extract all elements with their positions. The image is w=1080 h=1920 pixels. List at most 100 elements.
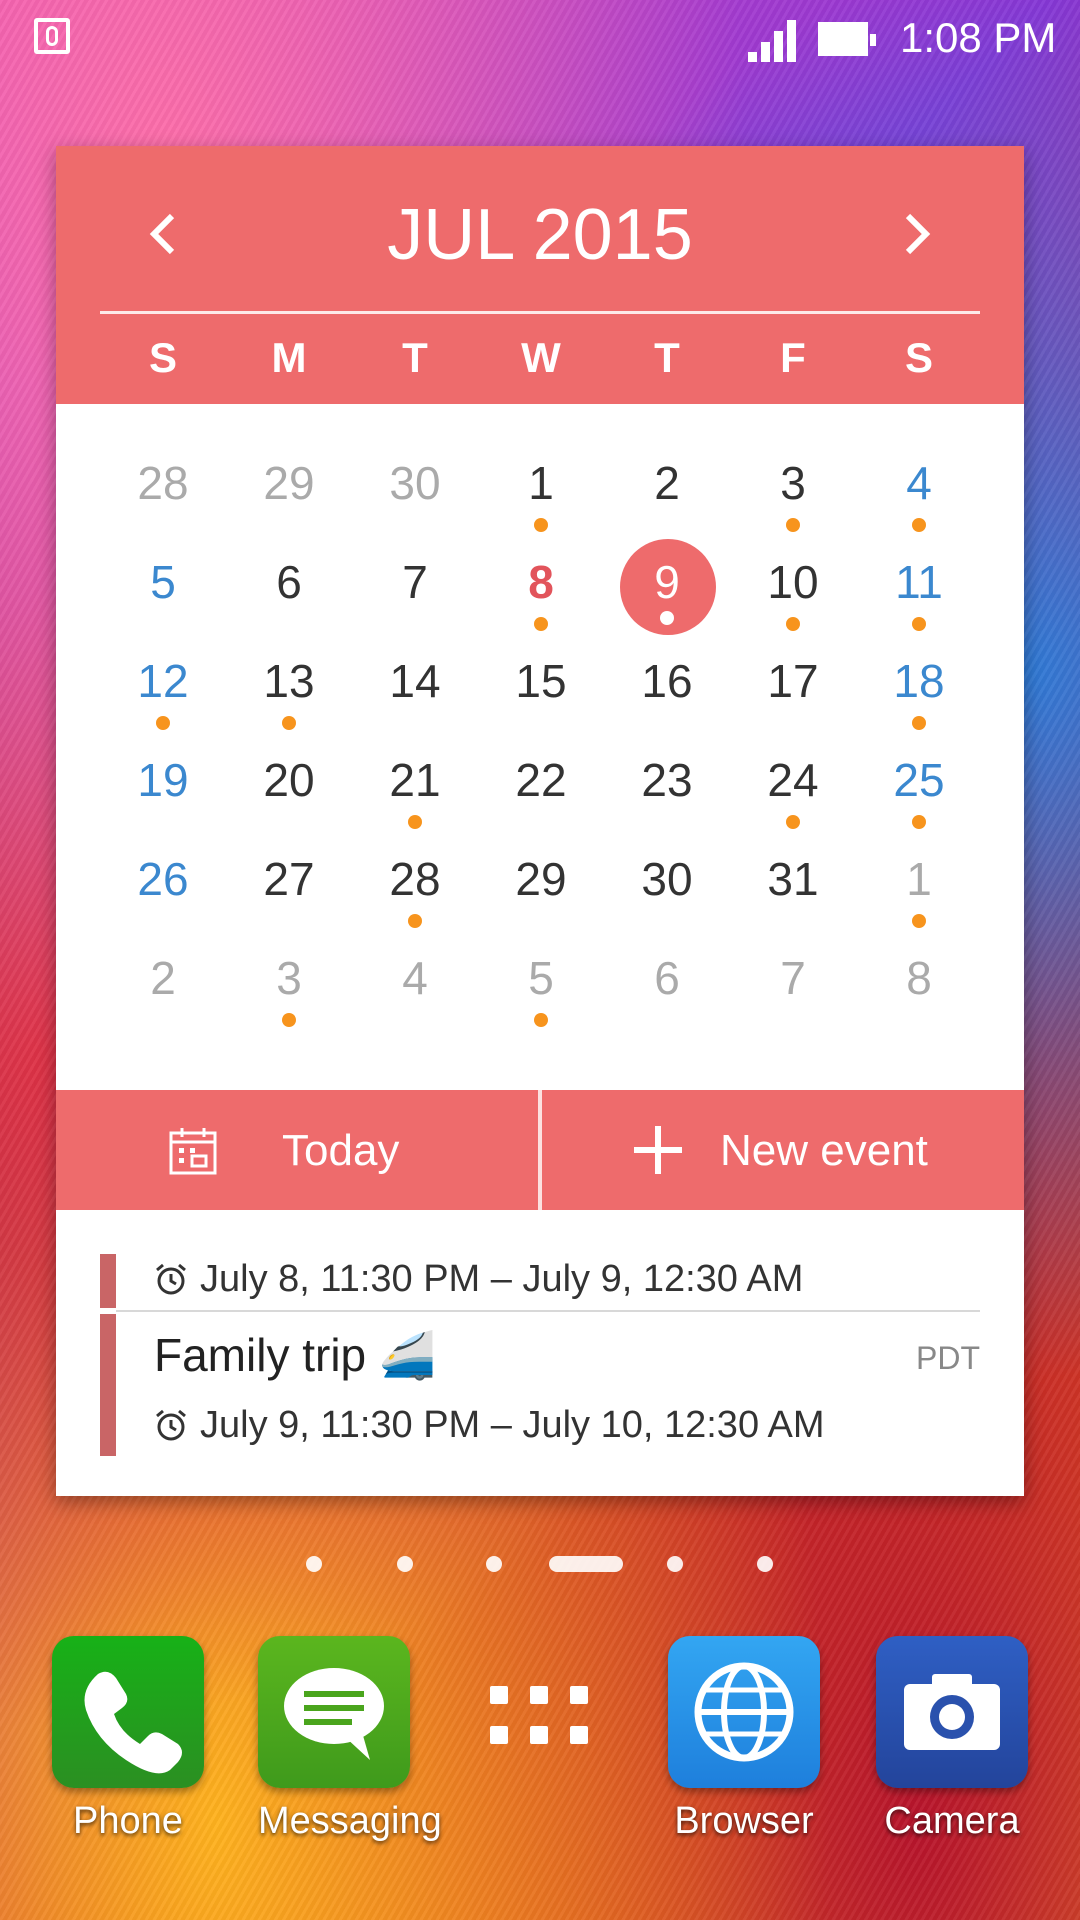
- calendar-day-selected[interactable]: 9: [604, 535, 730, 635]
- calendar-day[interactable]: 5: [478, 931, 604, 1030]
- calendar-day[interactable]: 28: [100, 436, 226, 535]
- calendar-day[interactable]: 31: [730, 832, 856, 931]
- calendar-day[interactable]: 28: [352, 832, 478, 931]
- dock-messaging[interactable]: Messaging: [258, 1636, 442, 1843]
- day-number: 1: [906, 853, 932, 905]
- calendar-widget: JUL 2015 SMTWTFS 28 29 30 1 2 3 4 5 6 7 8 9 10 11 12 13…: [56, 146, 1024, 1496]
- calendar-day[interactable]: 18: [856, 634, 982, 733]
- calendar-day[interactable]: 22: [478, 733, 604, 832]
- new-event-button[interactable]: New event: [542, 1090, 1024, 1210]
- day-number: 16: [641, 655, 693, 707]
- weekday-label: F: [780, 334, 806, 381]
- calendar-day[interactable]: 6: [226, 535, 352, 634]
- day-number: 24: [767, 754, 819, 806]
- page-indicator: [0, 1552, 1080, 1576]
- event-timezone: PDT: [916, 1340, 980, 1376]
- calendar-day[interactable]: 15: [478, 634, 604, 733]
- calendar-day[interactable]: 27: [226, 832, 352, 931]
- calendar-day[interactable]: 4: [856, 436, 982, 535]
- calendar-day[interactable]: 29: [226, 436, 352, 535]
- alarm-icon: [156, 1409, 186, 1441]
- calendar-day[interactable]: 8: [856, 931, 982, 1030]
- day-number: 15: [515, 655, 567, 707]
- calendar-day[interactable]: 29: [478, 832, 604, 931]
- dock-browser[interactable]: Browser: [668, 1636, 820, 1843]
- event-dot: [786, 518, 800, 532]
- day-number: 31: [767, 853, 819, 905]
- page-dot[interactable]: [757, 1556, 773, 1572]
- event-time[interactable]: July 8, 11:30 PM – July 9, 12:30 AM: [200, 1258, 803, 1301]
- page-dot[interactable]: [486, 1556, 502, 1572]
- event-time[interactable]: July 9, 11:30 PM – July 10, 12:30 AM: [200, 1404, 825, 1447]
- page-dot[interactable]: [667, 1556, 683, 1572]
- calendar-day[interactable]: 13: [226, 634, 352, 733]
- calendar-day[interactable]: 1: [478, 436, 604, 535]
- day-number: 29: [263, 457, 315, 509]
- dock-label: Browser: [674, 1800, 814, 1842]
- header-divider: [100, 311, 980, 314]
- calendar-day[interactable]: 17: [730, 634, 856, 733]
- day-number: 22: [515, 754, 567, 806]
- day-number: 20: [263, 754, 315, 806]
- calendar-day[interactable]: 23: [604, 733, 730, 832]
- event-dot: [408, 914, 422, 928]
- calendar-day[interactable]: 30: [352, 436, 478, 535]
- calendar-day[interactable]: 1: [856, 832, 982, 931]
- weekday-label: S: [904, 334, 933, 381]
- day-number: 5: [150, 556, 176, 608]
- event-dot: [156, 716, 170, 730]
- calendar-day[interactable]: 4: [352, 931, 478, 1030]
- calendar-day[interactable]: 7: [730, 931, 856, 1030]
- calendar-today-icon: [169, 1128, 217, 1175]
- page-dot[interactable]: [397, 1556, 413, 1572]
- chevron-right-icon[interactable]: [886, 204, 946, 264]
- calendar-day[interactable]: 2: [100, 931, 226, 1030]
- day-number: 23: [641, 754, 693, 806]
- weekday-label: M: [271, 334, 307, 381]
- app-drawer-icon[interactable]: [490, 1686, 588, 1744]
- day-number: 21: [389, 754, 441, 806]
- day-number: 17: [767, 655, 819, 707]
- calendar-day[interactable]: 14: [352, 634, 478, 733]
- calendar-day[interactable]: 10: [730, 535, 856, 634]
- event-dot: [912, 914, 926, 928]
- page-dot[interactable]: [306, 1556, 322, 1572]
- calendar-day[interactable]: 21: [352, 733, 478, 832]
- page-dot-active[interactable]: [549, 1556, 623, 1572]
- day-number: 3: [276, 952, 302, 1004]
- plus-icon: [634, 1126, 682, 1174]
- calendar-day[interactable]: 19: [100, 733, 226, 832]
- calendar-day[interactable]: 25: [856, 733, 982, 832]
- weekday-label: T: [402, 334, 428, 381]
- today-button[interactable]: Today: [56, 1090, 538, 1210]
- calendar-day[interactable]: 24: [730, 733, 856, 832]
- calendar-day[interactable]: 3: [730, 436, 856, 535]
- day-number: 30: [389, 457, 441, 509]
- day-number: 11: [895, 556, 943, 608]
- calendar-day[interactable]: 7: [352, 535, 478, 634]
- day-number: 12: [137, 655, 189, 707]
- calendar-day[interactable]: 2: [604, 436, 730, 535]
- calendar-day[interactable]: 12: [100, 634, 226, 733]
- day-number: 25: [893, 754, 945, 806]
- calendar-header: JUL 2015 S M T W T F S: [56, 146, 1024, 404]
- dock-phone[interactable]: Phone: [52, 1636, 204, 1843]
- battery-icon: [818, 22, 876, 56]
- phone-icon: [52, 1636, 204, 1788]
- new-event-label: New event: [720, 1126, 928, 1175]
- dock-camera[interactable]: Camera: [876, 1636, 1028, 1843]
- calendar-day[interactable]: 16: [604, 634, 730, 733]
- calendar-day[interactable]: 11: [856, 535, 982, 634]
- action-bar: Today New event: [56, 1090, 1024, 1210]
- event-dot: [282, 716, 296, 730]
- calendar-day[interactable]: 30: [604, 832, 730, 931]
- calendar-day[interactable]: 3: [226, 931, 352, 1030]
- calendar-day[interactable]: 26: [100, 832, 226, 931]
- day-number: 7: [780, 952, 806, 1004]
- calendar-day[interactable]: 5: [100, 535, 226, 634]
- day-number: 30: [641, 853, 693, 905]
- calendar-day[interactable]: 6: [604, 931, 730, 1030]
- event-title[interactable]: Family trip 🚄: [154, 1328, 436, 1383]
- calendar-day[interactable]: 20: [226, 733, 352, 832]
- calendar-day[interactable]: 8: [478, 535, 604, 634]
